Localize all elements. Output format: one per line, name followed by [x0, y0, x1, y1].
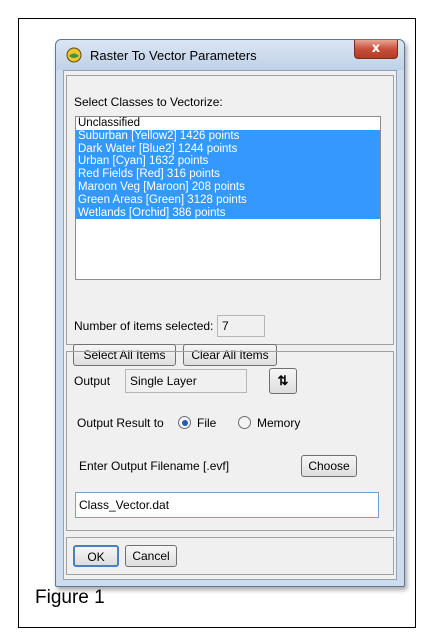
classes-listbox[interactable]: Unclassified Suburban [Yellow2] 1426 poin…	[75, 116, 381, 280]
choose-button[interactable]: Choose	[301, 455, 357, 477]
list-item[interactable]: Green Areas [Green] 3128 points	[76, 193, 380, 207]
title-bar[interactable]: Raster To Vector Parameters x	[56, 40, 404, 70]
sort-toggle-icon: ⇅	[277, 373, 289, 388]
list-item[interactable]: Dark Water [Blue2] 1244 points	[76, 142, 380, 156]
footer-panel: OK Cancel	[66, 537, 394, 575]
dialog-body: Select Classes to Vectorize: Unclassifie…	[63, 70, 397, 580]
list-item[interactable]: Unclassified	[76, 117, 380, 130]
result-to-label: Output Result to	[77, 416, 164, 430]
filename-input[interactable]: Class_Vector.dat	[75, 492, 379, 518]
classes-heading: Select Classes to Vectorize:	[74, 95, 223, 109]
count-label: Number of items selected:	[74, 319, 214, 333]
selected-count-field: 7	[217, 315, 265, 337]
list-item[interactable]: Wetlands [Orchid] 386 points	[76, 206, 380, 220]
figure-frame: Raster To Vector Parameters x Select Cla…	[18, 18, 416, 628]
memory-radio-label: Memory	[257, 416, 301, 430]
file-radio[interactable]	[178, 416, 191, 429]
close-button[interactable]: x	[354, 40, 398, 59]
dialog-title: Raster To Vector Parameters	[90, 48, 257, 63]
output-type-field[interactable]: Single Layer	[125, 369, 247, 393]
output-label: Output	[74, 374, 111, 388]
cancel-button[interactable]: Cancel	[125, 545, 177, 567]
figure-caption: Figure 1	[35, 587, 105, 608]
app-globe-icon	[66, 47, 82, 63]
list-item[interactable]: Maroon Veg [Maroon] 208 points	[76, 180, 380, 194]
dialog-window: Raster To Vector Parameters x Select Cla…	[55, 39, 405, 587]
output-toggle-button[interactable]: ⇅	[269, 368, 297, 394]
close-icon: x	[371, 41, 381, 56]
classes-panel: Select Classes to Vectorize: Unclassifie…	[66, 75, 394, 366]
list-item[interactable]: Red Fields [Red] 316 points	[76, 168, 380, 181]
memory-radio[interactable]	[238, 416, 251, 429]
list-item[interactable]: Urban [Cyan] 1632 points	[76, 155, 380, 169]
filename-label: Enter Output Filename [.evf]	[79, 459, 230, 473]
output-panel: Output Single Layer ⇅ Output Result to F…	[66, 351, 394, 531]
ok-button[interactable]: OK	[73, 545, 119, 567]
list-item[interactable]: Suburban [Yellow2] 1426 points	[76, 129, 380, 143]
file-radio-label: File	[197, 416, 217, 430]
